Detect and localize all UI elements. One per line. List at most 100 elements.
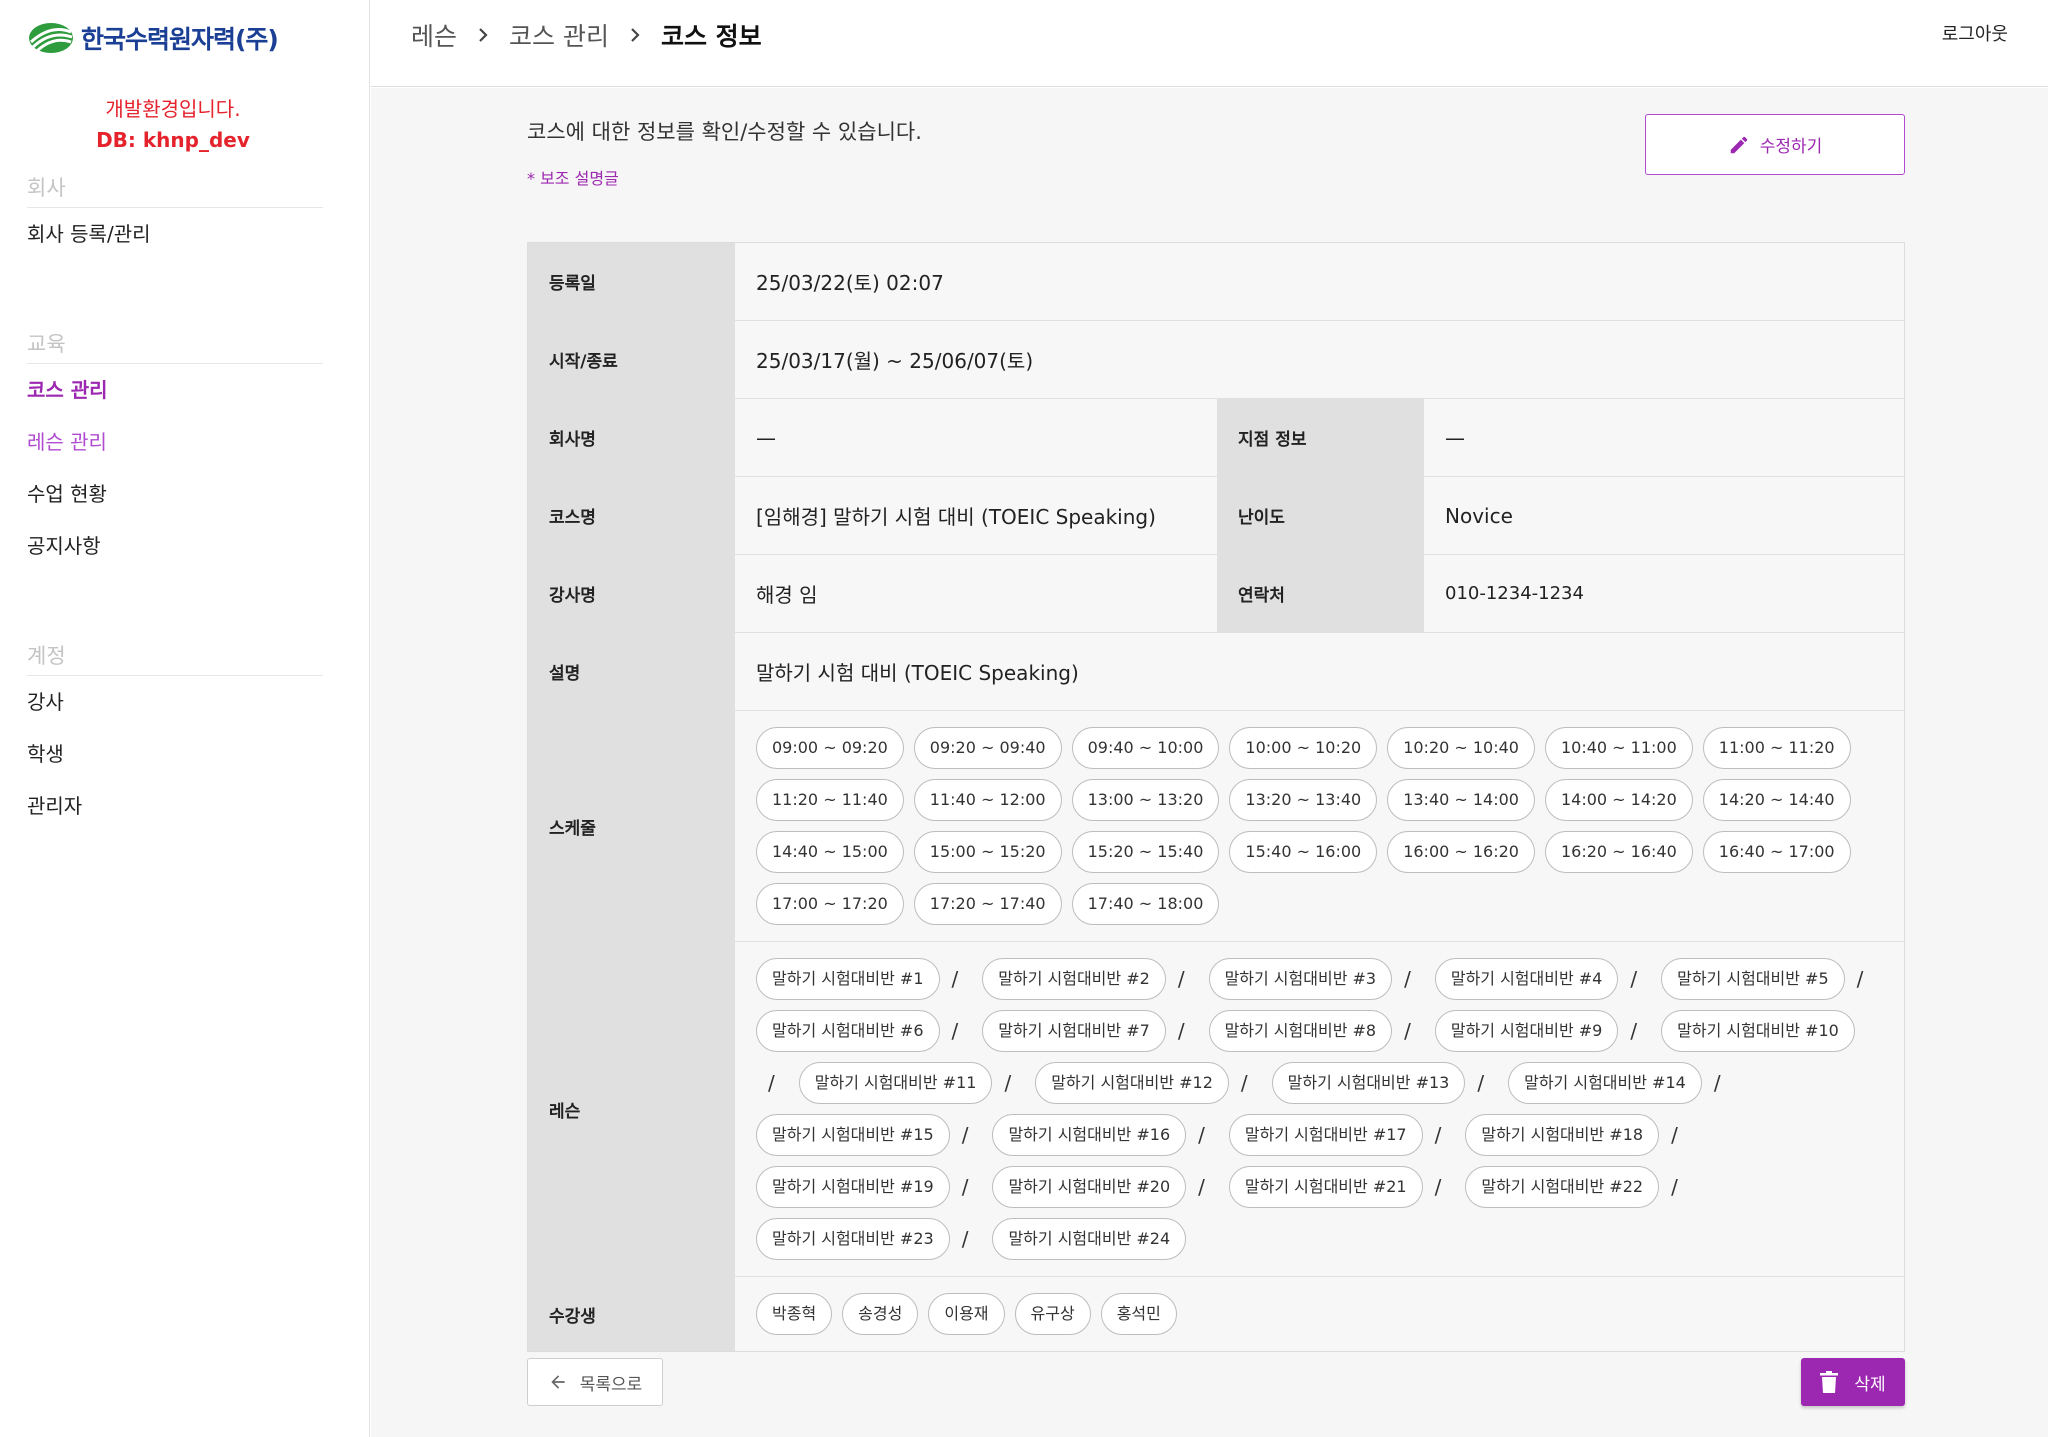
lesson-chip[interactable]: 말하기 시험대비반 #15 bbox=[756, 1114, 950, 1156]
schedule-chip[interactable]: 16:00 ~ 16:20 bbox=[1387, 831, 1535, 873]
label-schedule: 스케줄 bbox=[528, 711, 735, 941]
back-button-label: 목록으로 bbox=[579, 1374, 643, 1395]
lesson-separator: / bbox=[1434, 1123, 1442, 1147]
schedule-chip[interactable]: 11:40 ~ 12:00 bbox=[913, 779, 1062, 821]
nav-section-education: 교육 코스 관리 레슨 관리 수업 현황 공지사항 bbox=[27, 324, 323, 572]
edit-button[interactable]: 수정하기 bbox=[1645, 114, 1905, 175]
schedule-chip[interactable]: 11:20 ~ 11:40 bbox=[756, 779, 904, 821]
schedule-chip[interactable]: 16:40 ~ 17:00 bbox=[1702, 831, 1851, 873]
logout-button[interactable]: 로그아웃 bbox=[1942, 20, 2008, 46]
lesson-chip[interactable]: 말하기 시험대비반 #13 bbox=[1271, 1062, 1466, 1104]
schedule-chip[interactable]: 15:00 ~ 15:20 bbox=[913, 831, 1062, 873]
schedule-chip[interactable]: 10:40 ~ 11:00 bbox=[1544, 727, 1693, 769]
schedule-chip[interactable]: 09:40 ~ 10:00 bbox=[1071, 727, 1220, 769]
row-registered: 등록일 25/03/22(토) 02:07 bbox=[528, 243, 1904, 321]
schedule-chip[interactable]: 11:00 ~ 11:20 bbox=[1702, 727, 1851, 769]
lesson-chip[interactable]: 말하기 시험대비반 #16 bbox=[992, 1114, 1187, 1156]
sidebar-item-student[interactable]: 학생 bbox=[27, 728, 323, 780]
lesson-chip[interactable]: 말하기 시험대비반 #5 bbox=[1661, 958, 1845, 1000]
schedule-chip[interactable]: 14:00 ~ 14:20 bbox=[1544, 779, 1693, 821]
schedule-chip[interactable]: 17:20 ~ 17:40 bbox=[913, 883, 1062, 925]
schedule-chip[interactable]: 13:40 ~ 14:00 bbox=[1387, 779, 1535, 821]
student-chip[interactable]: 박종혁 bbox=[756, 1293, 833, 1335]
value-period: 25/03/17(월) ~ 25/06/07(토) bbox=[735, 321, 1904, 398]
pencil-icon bbox=[1730, 136, 1747, 153]
value-description: 말하기 시험 대비 (TOEIC Speaking) bbox=[735, 633, 1904, 710]
schedule-chip[interactable]: 10:00 ~ 10:20 bbox=[1229, 727, 1378, 769]
delete-button[interactable]: 삭제 bbox=[1801, 1358, 1905, 1406]
lesson-chip[interactable]: 말하기 시험대비반 #3 bbox=[1208, 958, 1393, 1000]
schedule-chip[interactable]: 16:20 ~ 16:40 bbox=[1544, 831, 1693, 873]
schedule-chip[interactable]: 13:00 ~ 13:20 bbox=[1071, 779, 1220, 821]
row-lessons: 레슨 말하기 시험대비반 #1/말하기 시험대비반 #2/말하기 시험대비반 #… bbox=[528, 942, 1904, 1277]
schedule-chip[interactable]: 09:20 ~ 09:40 bbox=[913, 727, 1062, 769]
company-logo[interactable]: 한국수력원자력(주) bbox=[27, 20, 279, 56]
lesson-chip[interactable]: 말하기 시험대비반 #17 bbox=[1228, 1114, 1423, 1156]
back-to-list-button[interactable]: 목록으로 bbox=[527, 1358, 663, 1406]
nav-section-account: 계정 강사 학생 관리자 bbox=[27, 636, 323, 832]
schedule-chip[interactable]: 15:40 ~ 16:00 bbox=[1229, 831, 1378, 873]
label-students: 수강생 bbox=[528, 1277, 735, 1351]
sidebar-item-class-status[interactable]: 수업 현황 bbox=[27, 468, 323, 520]
lesson-separator: / bbox=[1240, 1071, 1248, 1095]
sidebar-item-company-manage[interactable]: 회사 등록/관리 bbox=[27, 208, 323, 260]
sidebar-item-course-manage[interactable]: 코스 관리 bbox=[27, 364, 323, 416]
sidebar-item-admin[interactable]: 관리자 bbox=[27, 780, 323, 832]
edit-button-label: 수정하기 bbox=[1759, 137, 1823, 157]
logo-text: 한국수력원자력(주) bbox=[81, 25, 279, 54]
label-company: 회사명 bbox=[528, 399, 735, 476]
lesson-chip[interactable]: 말하기 시험대비반 #12 bbox=[1035, 1062, 1229, 1104]
chevron-right-icon bbox=[609, 27, 661, 43]
student-chip[interactable]: 유구상 bbox=[1014, 1293, 1091, 1335]
lesson-chip[interactable]: 말하기 시험대비반 #24 bbox=[992, 1218, 1187, 1260]
nav-section-title: 회사 bbox=[27, 168, 323, 208]
lesson-chip[interactable]: 말하기 시험대비반 #22 bbox=[1465, 1166, 1660, 1208]
lesson-chip[interactable]: 말하기 시험대비반 #6 bbox=[756, 1010, 940, 1052]
row-course-level: 코스명 [임해경] 말하기 시험 대비 (TOEIC Speaking) 난이도… bbox=[528, 477, 1904, 555]
student-chip-list: 박종혁 송경성 이용재 유구상 홍석민 bbox=[735, 1277, 1904, 1351]
chevron-right-icon bbox=[457, 27, 509, 43]
sidebar-item-lesson-manage[interactable]: 레슨 관리 bbox=[27, 416, 323, 468]
lesson-chip[interactable]: 말하기 시험대비반 #4 bbox=[1434, 958, 1619, 1000]
schedule-chip[interactable]: 17:40 ~ 18:00 bbox=[1071, 883, 1220, 925]
course-info-table: 등록일 25/03/22(토) 02:07 시작/종료 25/03/17(월) … bbox=[527, 242, 1905, 1352]
lesson-chip[interactable]: 말하기 시험대비반 #19 bbox=[756, 1166, 950, 1208]
lesson-chip[interactable]: 말하기 시험대비반 #10 bbox=[1661, 1010, 1855, 1052]
lesson-separator: / bbox=[1198, 1175, 1205, 1199]
value-company: — bbox=[735, 399, 1217, 476]
lesson-chip[interactable]: 말하기 시험대비반 #8 bbox=[1208, 1010, 1393, 1052]
lesson-chip[interactable]: 말하기 시험대비반 #11 bbox=[798, 1062, 993, 1104]
lesson-separator: / bbox=[961, 1227, 969, 1251]
label-description: 설명 bbox=[528, 633, 735, 710]
lesson-chip[interactable]: 말하기 시험대비반 #23 bbox=[756, 1218, 950, 1260]
value-level: Novice bbox=[1424, 477, 1904, 554]
schedule-chip[interactable]: 17:00 ~ 17:20 bbox=[756, 883, 904, 925]
lesson-chip[interactable]: 말하기 시험대비반 #21 bbox=[1228, 1166, 1423, 1208]
lesson-separator: / bbox=[1177, 967, 1185, 991]
lesson-chip[interactable]: 말하기 시험대비반 #1 bbox=[756, 958, 940, 1000]
student-chip[interactable]: 홍석민 bbox=[1100, 1293, 1177, 1335]
sidebar-item-notice[interactable]: 공지사항 bbox=[27, 520, 323, 572]
breadcrumb-item-lesson[interactable]: 레슨 bbox=[411, 17, 457, 53]
schedule-chip[interactable]: 15:20 ~ 15:40 bbox=[1071, 831, 1220, 873]
schedule-chip[interactable]: 09:00 ~ 09:20 bbox=[756, 727, 904, 769]
lesson-chip[interactable]: 말하기 시험대비반 #9 bbox=[1434, 1010, 1619, 1052]
lesson-separator: / bbox=[1404, 1019, 1411, 1043]
sidebar-item-instructor[interactable]: 강사 bbox=[27, 676, 323, 728]
page-description: 코스에 대한 정보를 확인/수정할 수 있습니다. bbox=[527, 120, 922, 144]
schedule-chip[interactable]: 10:20 ~ 10:40 bbox=[1387, 727, 1535, 769]
lesson-chip[interactable]: 말하기 시험대비반 #20 bbox=[992, 1166, 1187, 1208]
lesson-chip[interactable]: 말하기 시험대비반 #2 bbox=[982, 958, 1166, 1000]
lesson-chip[interactable]: 말하기 시험대비반 #18 bbox=[1465, 1114, 1660, 1156]
schedule-chip[interactable]: 14:40 ~ 15:00 bbox=[756, 831, 904, 873]
lesson-chip[interactable]: 말하기 시험대비반 #14 bbox=[1508, 1062, 1702, 1104]
schedule-chip[interactable]: 13:20 ~ 13:40 bbox=[1229, 779, 1378, 821]
sidebar: 한국수력원자력(주) 개발환경입니다. DB: khnp_dev 회사 회사 등… bbox=[0, 0, 370, 1437]
lesson-chip[interactable]: 말하기 시험대비반 #7 bbox=[982, 1010, 1166, 1052]
student-chip[interactable]: 이용재 bbox=[928, 1293, 1005, 1335]
student-chip[interactable]: 송경성 bbox=[842, 1293, 919, 1335]
schedule-chip[interactable]: 14:20 ~ 14:40 bbox=[1702, 779, 1851, 821]
breadcrumb-item-course-manage[interactable]: 코스 관리 bbox=[509, 17, 609, 53]
top-header: 레슨 코스 관리 코스 정보 로그아웃 bbox=[371, 0, 2048, 87]
value-contact: 010-1234-1234 bbox=[1424, 555, 1904, 632]
